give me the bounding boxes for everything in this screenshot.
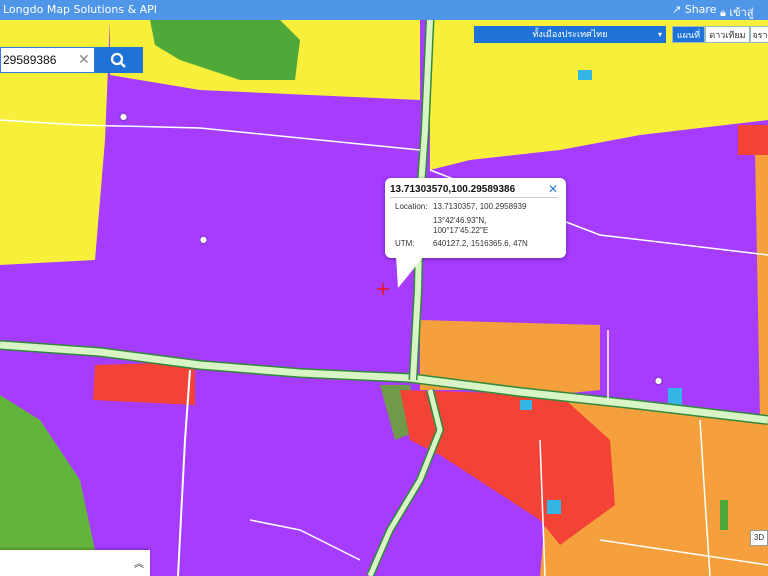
utm-label: UTM:: [395, 239, 415, 248]
search-icon: [110, 52, 126, 68]
map-type-map[interactable]: แผนที่: [672, 26, 705, 43]
bottom-panel[interactable]: ︽: [0, 550, 150, 576]
zone-commercial: [738, 125, 768, 155]
top-bar: Longdo Map Solutions & API ↗ Share 🔒︎ เข…: [0, 0, 768, 37]
water-body: [578, 70, 592, 80]
water-body: [547, 500, 561, 514]
location-decimal: 13.7130357, 100.2958939: [433, 202, 527, 211]
location-dms-lat: 13°42'46.93"N,: [433, 216, 487, 225]
map-type-satellite[interactable]: ดาวเทียม: [705, 26, 750, 43]
utm-value: 640127.2, 1516365.6, 47N: [433, 239, 528, 248]
water-body: [520, 400, 532, 410]
location-popup: 13.71303570,100.29589386 ✕ Location: 13.…: [385, 178, 566, 258]
search-button[interactable]: [95, 47, 143, 73]
popup-pointer: [396, 256, 424, 288]
share-button[interactable]: ↗ Share: [672, 3, 716, 16]
close-icon[interactable]: ✕: [548, 182, 558, 196]
zone-commercial: [93, 362, 195, 405]
chevron-up-icon[interactable]: ︽: [134, 555, 144, 570]
location-label: Location:: [395, 202, 428, 211]
location-dms-lon: 100°17'45.22"E: [433, 226, 489, 235]
search-bar: 29589386 ✕: [0, 47, 143, 73]
three-d-button[interactable]: 3D: [750, 530, 768, 546]
lock-icon: 🔒︎: [720, 6, 730, 19]
share-icon: ↗: [672, 3, 685, 16]
popup-title: 13.71303570,100.29589386: [390, 184, 516, 195]
clear-icon[interactable]: ✕: [78, 51, 90, 68]
app-title: Longdo Map Solutions & API: [3, 3, 158, 16]
land-use-map[interactable]: [0, 0, 768, 576]
map-type-traffic[interactable]: จราจร: [750, 26, 768, 43]
province-select[interactable]: ทั้งเมืองประเทศไทย ▾: [474, 26, 666, 43]
zone-agriculture: [720, 500, 728, 530]
chevron-down-icon: ▾: [657, 30, 662, 39]
